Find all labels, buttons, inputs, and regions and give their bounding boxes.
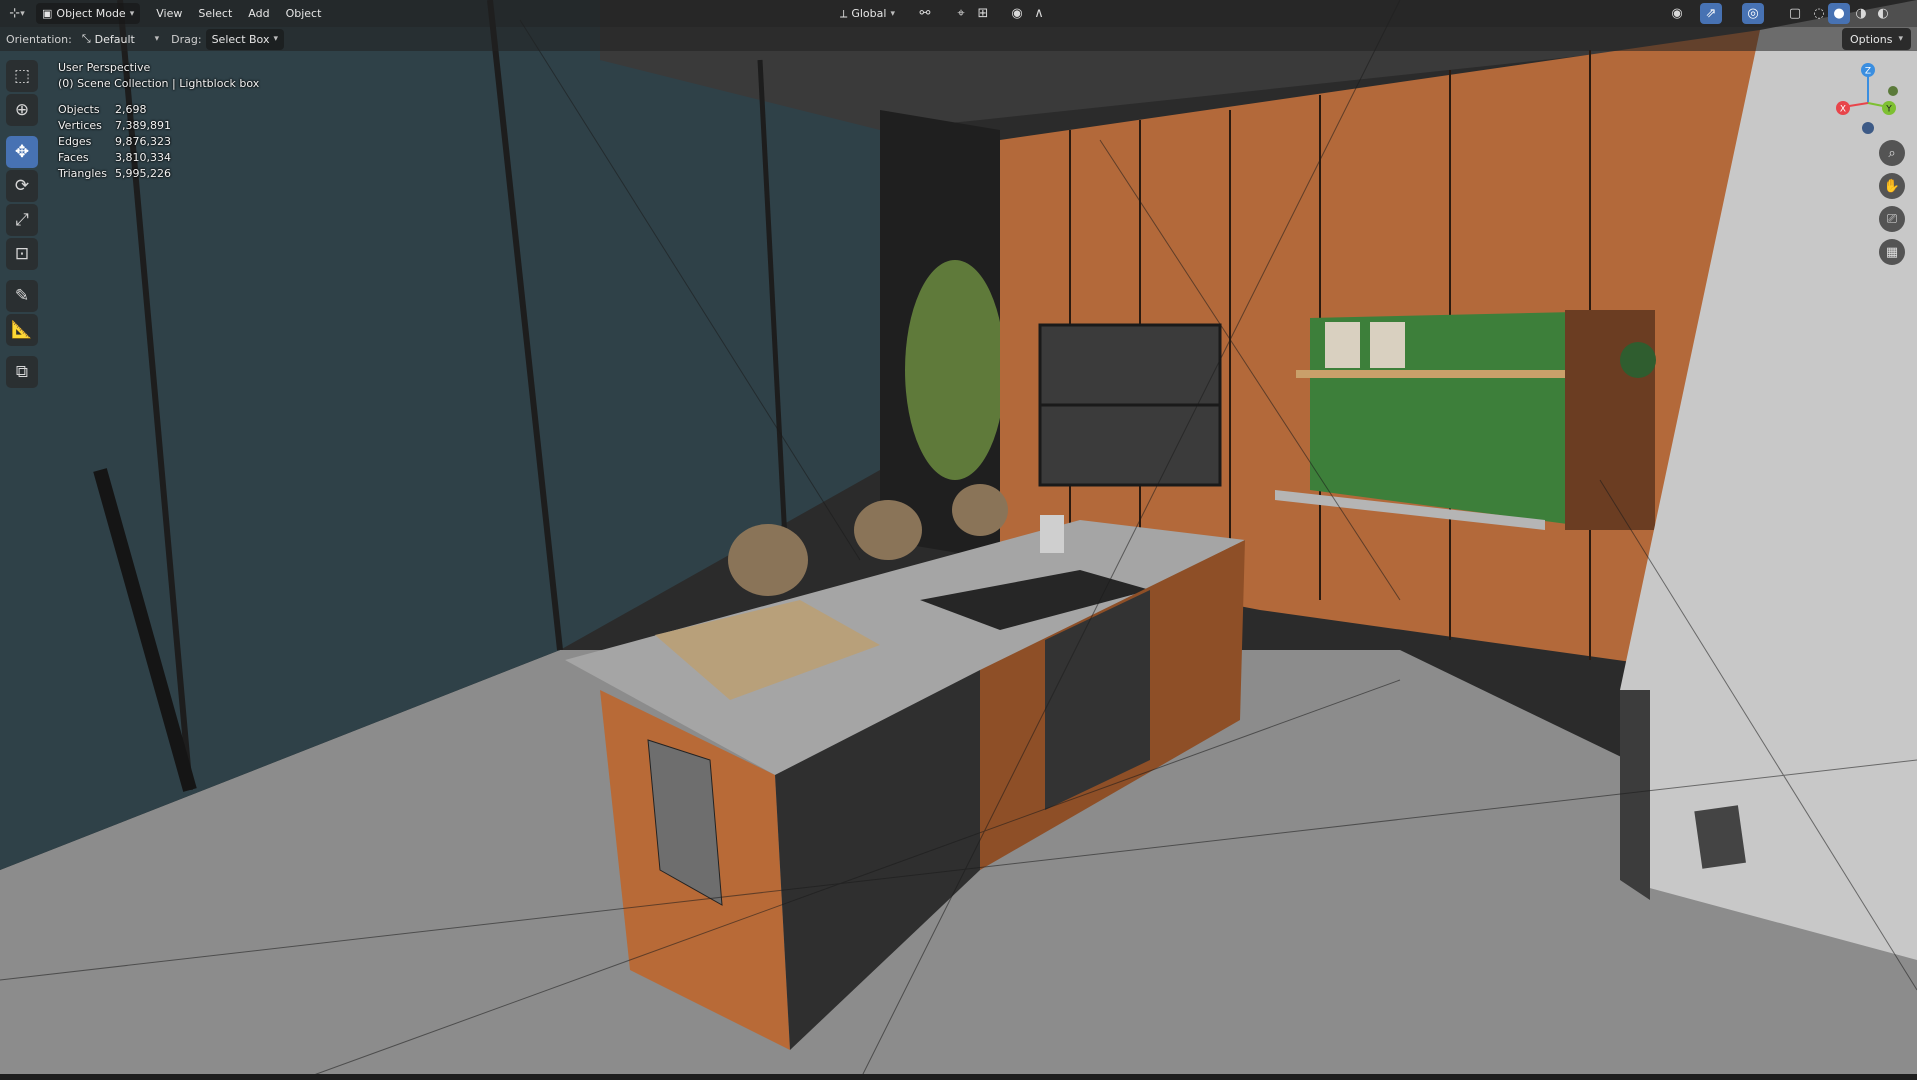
mode-label: Object Mode xyxy=(56,7,126,20)
decor-sphere xyxy=(1620,342,1656,378)
tool-settings-bar: Orientation: ⤡ Default ▾ Drag: Select Bo… xyxy=(0,27,1917,51)
annotate-icon[interactable]: ✎ xyxy=(6,280,38,312)
x-axis-label: X xyxy=(1840,105,1846,115)
stat-label: Vertices xyxy=(58,119,102,132)
neg-y-axis-ball[interactable] xyxy=(1888,86,1898,96)
measure-icon[interactable]: 📐 xyxy=(6,314,38,346)
transform-icon[interactable]: ⊡ xyxy=(6,238,38,270)
active-collection: (0) Scene Collection | Lightblock box xyxy=(58,77,260,90)
scale-icon[interactable]: ⤢ xyxy=(6,204,38,236)
menu-object[interactable]: Object xyxy=(278,3,330,24)
options-dropdown[interactable]: Options ▾ xyxy=(1842,28,1911,50)
drag-label: Drag: xyxy=(171,32,202,46)
status-bar xyxy=(0,1074,1917,1080)
xray-icon[interactable]: ▢ xyxy=(1784,3,1806,24)
stat-value: 7,389,891 xyxy=(115,119,171,132)
stat-label: Objects xyxy=(58,103,100,116)
orientation-label: Orientation: xyxy=(6,32,72,46)
drag-dropdown[interactable]: Select Box ▾ xyxy=(205,28,284,50)
menu-select[interactable]: Select xyxy=(190,3,240,24)
orientation-value: Default xyxy=(94,32,135,46)
navigation-gizmo[interactable]: Z X Y xyxy=(1823,58,1913,138)
add-cube-icon[interactable]: ⧉ xyxy=(6,356,38,388)
stat-label: Faces xyxy=(58,151,89,164)
stat-row: Faces 3,810,334 xyxy=(58,150,259,166)
chair-3 xyxy=(952,484,1008,536)
cursor-icon[interactable]: ⊕ xyxy=(6,94,38,126)
viewport-overlay-text: User Perspective (0) Scene Collection | … xyxy=(58,60,259,182)
stat-value: 3,810,334 xyxy=(115,151,171,164)
mode-dropdown[interactable]: ▣ Object Mode ▾ xyxy=(36,3,141,24)
camera-view-icon[interactable]: ⎚ xyxy=(1879,206,1905,232)
stat-row: Triangles 5,995,226 xyxy=(58,166,259,182)
view-name: User Perspective xyxy=(58,61,151,74)
visibility-icon[interactable]: ◉ xyxy=(1666,3,1688,24)
navigation-buttons: ⌕ ✋ ⎚ ▦ xyxy=(1879,140,1905,265)
shading-solid-icon[interactable]: ● xyxy=(1828,3,1850,24)
stat-row: Vertices 7,389,891 xyxy=(58,118,259,134)
vase xyxy=(1040,515,1064,553)
chevron-down-icon: ▾ xyxy=(154,34,160,44)
chevron-down-icon: ▾ xyxy=(129,8,135,19)
floating-shelf xyxy=(1296,370,1576,378)
stat-row: Edges 9,876,323 xyxy=(58,134,259,150)
gizmo-toggle-icon[interactable]: ⇗ xyxy=(1700,3,1722,24)
stat-label: Edges xyxy=(58,135,92,148)
options-label: Options xyxy=(1850,32,1893,46)
drag-value: Select Box xyxy=(211,32,270,46)
chair-2 xyxy=(854,500,922,560)
menu-view[interactable]: View xyxy=(148,3,190,24)
snap-icon[interactable]: ⌖ xyxy=(950,3,972,24)
stat-value: 5,995,226 xyxy=(115,167,171,180)
orientation-icon: ⤡ xyxy=(81,32,91,45)
scene-render xyxy=(0,0,1917,1080)
zoom-icon[interactable]: ⌕ xyxy=(1879,140,1905,166)
chevron-down-icon: ▾ xyxy=(273,34,278,44)
pan-hand-icon[interactable]: ✋ xyxy=(1879,173,1905,199)
3d-viewport[interactable] xyxy=(0,0,1917,1080)
shading-rendered-icon[interactable]: ◐ xyxy=(1872,3,1894,24)
toolbar: ⬚ ⊕ ✥ ⟳ ⤢ ⊡ ✎ 📐 ⧉ xyxy=(6,60,38,388)
ortho-grid-icon[interactable]: ▦ xyxy=(1879,239,1905,265)
neg-z-axis-ball[interactable] xyxy=(1862,122,1874,134)
orientation-dropdown[interactable]: ⤡ Default ▾ xyxy=(76,29,165,50)
shading-material-icon[interactable]: ◑ xyxy=(1850,3,1872,24)
wall-outlet xyxy=(1694,805,1746,869)
shading-wireframe-icon[interactable]: ◌ xyxy=(1808,3,1830,24)
picture-frame-2 xyxy=(1370,322,1405,368)
editor-type-icon[interactable]: ⊹ ▾ xyxy=(6,3,28,24)
object-mode-icon: ▣ xyxy=(42,7,53,20)
z-axis-label: Z xyxy=(1865,67,1871,77)
door-frame xyxy=(1620,690,1650,900)
stat-value: 9,876,323 xyxy=(115,135,171,148)
move-icon[interactable]: ✥ xyxy=(6,136,38,168)
plant xyxy=(905,260,1005,480)
transform-orientation-dropdown[interactable]: ⟂ Global ▾ xyxy=(834,3,901,24)
snap-target-icon[interactable]: ⊞ xyxy=(972,3,994,24)
stat-label: Triangles xyxy=(58,167,107,180)
pivot-point-icon[interactable]: ⚯ xyxy=(914,3,936,24)
chair-1 xyxy=(728,524,808,596)
chevron-down-icon: ▾ xyxy=(890,8,895,19)
select-box-icon[interactable]: ⬚ xyxy=(6,60,38,92)
picture-frame-1 xyxy=(1325,322,1360,368)
rotate-icon[interactable]: ⟳ xyxy=(6,170,38,202)
menu-add[interactable]: Add xyxy=(240,3,277,24)
chevron-down-icon: ▾ xyxy=(1898,34,1903,44)
stat-row: Objects 2,698 xyxy=(58,102,259,118)
viewport-header: ⊹ ▾ ▣ Object Mode ▾ View Select Add Objec… xyxy=(0,0,1917,27)
falloff-icon[interactable]: ∧ xyxy=(1028,3,1050,24)
transform-orientation-label: Global xyxy=(851,7,887,20)
orientation-axes-icon: ⟂ xyxy=(840,6,848,20)
scene-statistics: Objects 2,698 Vertices 7,389,891 Edges 9,87… xyxy=(58,102,259,182)
overlays-icon[interactable]: ◎ xyxy=(1742,3,1764,24)
stat-value: 2,698 xyxy=(115,103,147,116)
y-axis-label: Y xyxy=(1885,105,1892,115)
proportional-edit-icon[interactable]: ◉ xyxy=(1006,3,1028,24)
